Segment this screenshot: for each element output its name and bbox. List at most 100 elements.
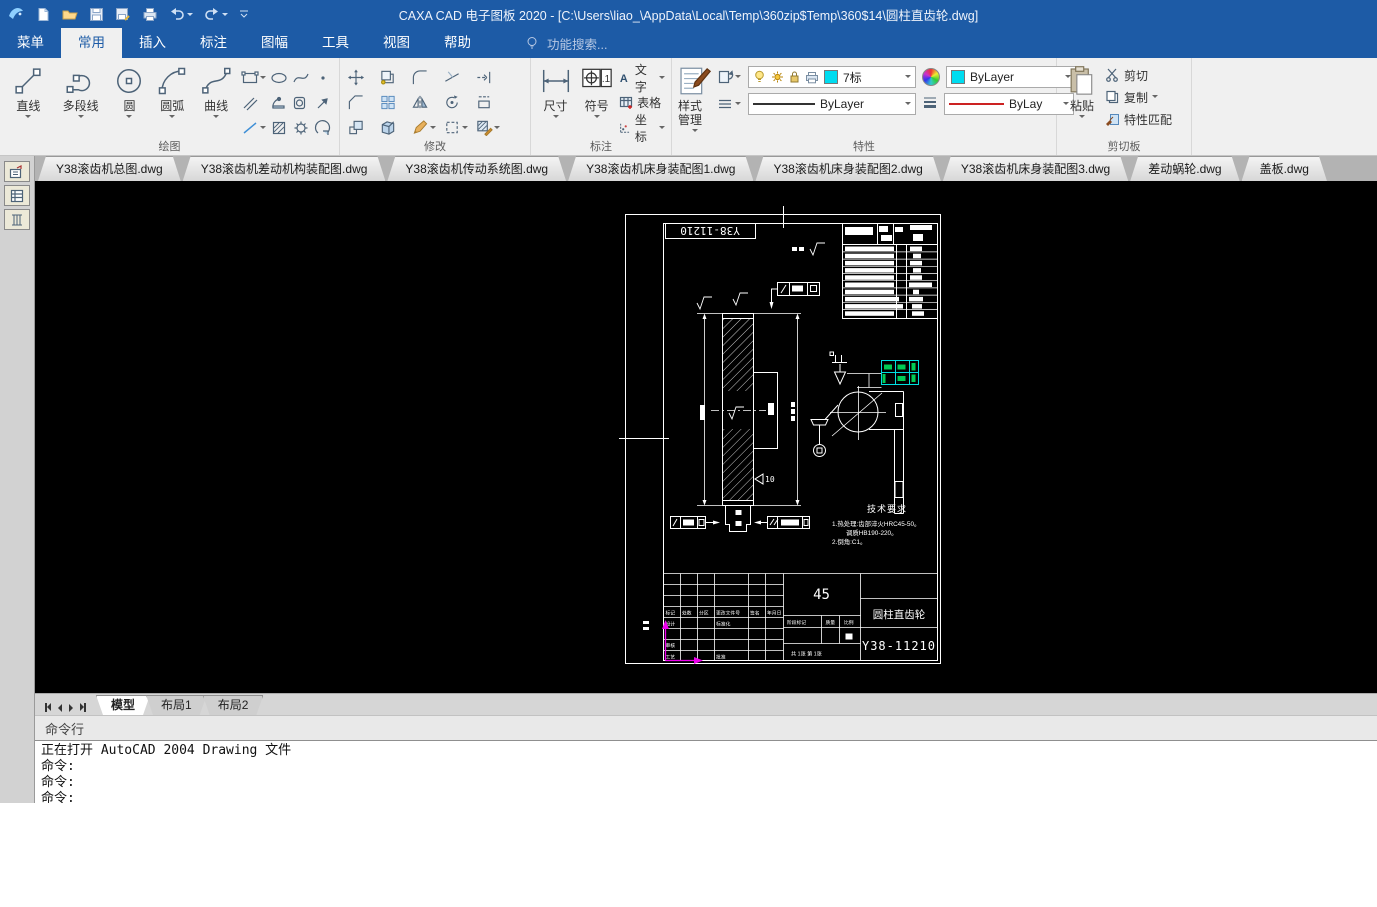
menu-tab-annotate[interactable]: 标注 — [183, 28, 244, 58]
layout-tab-model[interactable]: 模型 — [96, 695, 150, 715]
doc-tab-3[interactable]: Y38滚齿机传动系统图.dwg — [387, 156, 566, 181]
cut-button[interactable]: 剪切 — [1105, 64, 1172, 86]
menu-tab-insert[interactable]: 插入 — [122, 28, 183, 58]
print-button[interactable] — [142, 7, 158, 22]
customize-toolbar-button[interactable] — [239, 9, 249, 19]
formula-curve-tool-button[interactable] — [291, 70, 311, 86]
layer-combo[interactable]: 7标 — [748, 66, 916, 88]
erase-tool-button[interactable] — [410, 119, 442, 136]
coordinate-button[interactable]: 坐标 — [619, 113, 665, 144]
function-search[interactable]: 功能搜索... — [526, 34, 607, 53]
parallel-line-tool-button[interactable] — [240, 95, 267, 111]
polyline-tool-button[interactable]: 多段线 — [55, 63, 107, 121]
chamfer-tool-button[interactable] — [346, 94, 378, 111]
spline-tool-button[interactable]: 曲线 — [196, 63, 236, 121]
trim-tool-button[interactable] — [442, 69, 474, 86]
draw-small-tools — [240, 65, 333, 140]
menu-tab-home[interactable]: 常用 — [61, 28, 122, 58]
match-properties-button[interactable]: 特性匹配 — [1105, 108, 1172, 130]
tb-change-no: 更改文件号 — [716, 610, 740, 617]
menu-tab-sheet[interactable]: 图幅 — [244, 28, 305, 58]
stretch-tool-button[interactable] — [474, 94, 506, 111]
tb-weight: 质量 — [826, 619, 836, 626]
drawing-sheet: Y38-11210 10 技术要求 1.热处理:齿部淬火HRC45-50。 调质… — [619, 206, 941, 664]
palette-properties-button[interactable] — [4, 161, 30, 182]
redo-button[interactable] — [204, 7, 228, 21]
linetype-combo-arrow[interactable] — [905, 102, 911, 108]
rotate-tool-button[interactable] — [442, 94, 474, 111]
text-wrap-tool-button[interactable] — [313, 119, 333, 136]
ellipse-tool-button[interactable] — [269, 70, 289, 86]
fillet-tool-button[interactable] — [410, 69, 442, 86]
arc-tool-button[interactable]: 圆弧 — [152, 63, 192, 121]
mirror-tool-button[interactable] — [410, 94, 442, 111]
doc-tab-5[interactable]: Y38滚齿机床身装配图2.dwg — [755, 156, 940, 181]
menu-tab-view[interactable]: 视图 — [366, 28, 427, 58]
layer-combo-arrow[interactable] — [905, 75, 911, 81]
save-as-button[interactable] — [115, 7, 131, 22]
paste-button[interactable]: 粘贴 — [1063, 63, 1101, 121]
sketch-line-tool-button[interactable] — [240, 120, 267, 136]
doc-tab-2[interactable]: Y38滚齿机差动机构装配图.dwg — [183, 156, 386, 181]
lineweight-tool-icon[interactable] — [922, 95, 938, 113]
layout-nav-arrows[interactable] — [35, 703, 96, 715]
layer-tool-button[interactable] — [716, 69, 742, 85]
menu-tab-menu[interactable]: 菜单 — [0, 28, 61, 58]
point-tool-button[interactable] — [313, 70, 333, 86]
hatch-tool-button[interactable] — [269, 120, 289, 136]
profile-tool-button[interactable] — [269, 95, 289, 111]
array-tool-button[interactable] — [378, 94, 410, 111]
menu-tab-tools[interactable]: 工具 — [305, 28, 366, 58]
style-manager-button[interactable]: 样式管理 — [678, 63, 712, 135]
doc-tab-6[interactable]: Y38滚齿机床身装配图3.dwg — [943, 156, 1128, 181]
open-file-button[interactable] — [62, 7, 78, 22]
svg-text:A: A — [620, 73, 628, 85]
circle-tool-button[interactable]: 圆 — [111, 63, 149, 121]
copy-button[interactable]: 复制 — [1105, 86, 1172, 108]
linetype-tool-button[interactable] — [716, 97, 742, 111]
polyline-icon — [66, 74, 90, 93]
lineweight-combo[interactable]: ByLay — [944, 93, 1074, 115]
block-tool-button[interactable] — [378, 119, 410, 136]
layer-name: 7标 — [843, 70, 862, 85]
edit-entity-button[interactable] — [442, 119, 474, 136]
cut-icon — [1106, 68, 1118, 82]
command-history[interactable]: 正在打开 AutoCAD 2004 Drawing 文件 命令: 命令: 命令: — [35, 740, 1377, 803]
undo-button[interactable] — [169, 7, 193, 21]
arrow-tool-button[interactable] — [313, 95, 333, 111]
extend-tool-button[interactable] — [474, 69, 506, 86]
symbol-button[interactable]: .1 符号 — [578, 63, 615, 121]
spline-icon — [202, 67, 231, 94]
doc-tab-1[interactable]: Y38滚齿机总图.dwg — [38, 156, 181, 181]
command-panel-header[interactable]: 命令行 — [35, 715, 1377, 740]
palette-layers-button[interactable] — [4, 185, 30, 206]
doc-tab-4[interactable]: Y38滚齿机床身装配图1.dwg — [568, 156, 753, 181]
dimension-button[interactable]: 尺寸 — [537, 63, 574, 121]
color-value: ByLayer — [970, 70, 1015, 84]
tb-standardize: 标准化 — [716, 621, 731, 628]
gear-tool-button[interactable] — [291, 120, 311, 136]
line-tool-button[interactable]: 直线 — [6, 63, 51, 121]
new-file-button[interactable] — [36, 7, 51, 22]
layout-tab-layout1[interactable]: 布局1 — [146, 695, 207, 715]
color-wheel-icon[interactable] — [922, 68, 940, 86]
palette-library-button[interactable] — [4, 209, 30, 230]
doc-tab-8[interactable]: 盖板.dwg — [1242, 156, 1327, 181]
rectangle-tool-button[interactable] — [240, 70, 267, 86]
menu-tab-help[interactable]: 帮助 — [427, 28, 488, 58]
save-button[interactable] — [89, 7, 104, 22]
caxa-logo-icon — [9, 8, 23, 19]
doc-tab-7[interactable]: 差动蜗轮.dwg — [1130, 156, 1239, 181]
layer-print-icon — [806, 71, 818, 83]
hatch-edit-button[interactable] — [474, 119, 506, 136]
text-button[interactable]: A 文字 — [619, 63, 665, 94]
panel-annotate-label: 标注 — [590, 141, 612, 153]
linetype-combo[interactable]: ByLayer — [748, 93, 916, 115]
move-tool-button[interactable] — [346, 69, 378, 86]
hole-tool-button[interactable] — [291, 95, 311, 111]
copy-tool-button[interactable] — [378, 69, 410, 86]
drawing-canvas[interactable]: Y38-11210 10 技术要求 1.热处理:齿部淬火HRC45-50。 调质… — [35, 181, 1377, 693]
layout-tab-layout2[interactable]: 布局2 — [203, 695, 264, 715]
scale-tool-button[interactable] — [346, 119, 378, 136]
command-line-2: 命令: — [41, 759, 75, 774]
